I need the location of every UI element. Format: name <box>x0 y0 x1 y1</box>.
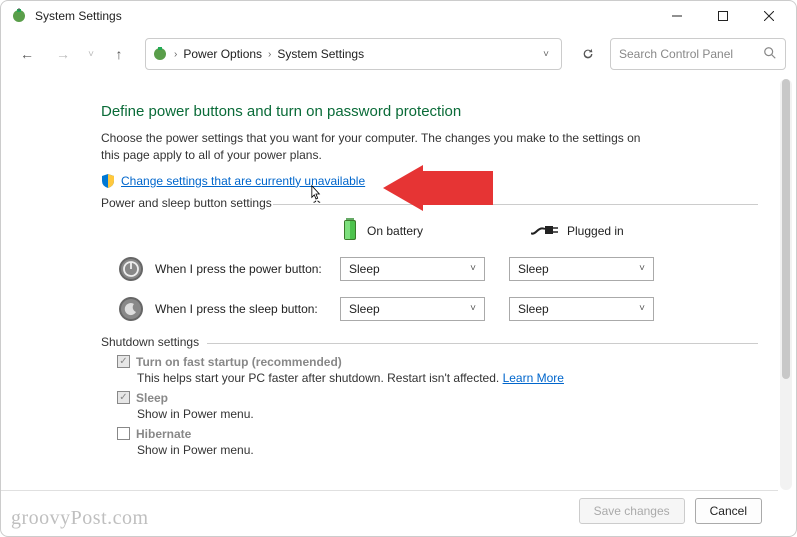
hibernate-checkbox <box>117 427 130 440</box>
hibernate-label: Hibernate <box>136 427 191 441</box>
fast-startup-desc: This helps start your PC faster after sh… <box>137 371 758 385</box>
on-battery-header: On battery <box>341 218 471 245</box>
sleep-button-battery-select[interactable]: Sleep˅ <box>340 297 485 321</box>
sleep-button-icon <box>117 295 145 323</box>
nav-recent-dropdown[interactable]: ˅ <box>83 38 99 70</box>
fast-startup-checkbox: ✓ <box>117 355 130 368</box>
minimize-button[interactable] <box>654 1 700 31</box>
search-placeholder: Search Control Panel <box>619 47 763 61</box>
plugged-in-label: Plugged in <box>567 224 624 238</box>
page-description: Choose the power settings that you want … <box>101 130 661 164</box>
search-icon <box>763 46 777 63</box>
breadcrumb[interactable]: › Power Options › System Settings ˅ <box>145 38 562 70</box>
chevron-down-icon: ˅ <box>470 303 476 314</box>
scrollbar[interactable] <box>780 79 792 490</box>
app-icon <box>11 8 27 24</box>
plugged-in-header: Plugged in <box>531 218 661 245</box>
scrollbar-thumb[interactable] <box>782 79 790 379</box>
plug-icon <box>531 223 559 240</box>
sleep-button-plugged-select[interactable]: Sleep˅ <box>509 297 654 321</box>
shutdown-section-label: Shutdown settings <box>101 335 758 349</box>
hibernate-desc: Show in Power menu. <box>137 443 758 457</box>
breadcrumb-item[interactable]: Power Options <box>179 47 266 61</box>
nav-forward-button[interactable]: → <box>47 38 79 70</box>
power-button-icon <box>117 255 145 283</box>
sleep-button-label: When I press the sleep button: <box>155 302 330 316</box>
sleep-checkbox: ✓ <box>117 391 130 404</box>
chevron-right-icon: › <box>172 49 179 60</box>
power-button-label: When I press the power button: <box>155 262 330 276</box>
shield-icon <box>101 174 115 188</box>
chevron-down-icon: ˅ <box>470 263 476 274</box>
learn-more-link[interactable]: Learn More <box>503 371 564 385</box>
fast-startup-label: Turn on fast startup (recommended) <box>136 355 342 369</box>
nav-up-button[interactable]: ↑ <box>103 38 135 70</box>
close-button[interactable] <box>746 1 792 31</box>
chevron-down-icon: ˅ <box>639 303 645 314</box>
breadcrumb-icon <box>152 46 168 62</box>
maximize-button[interactable] <box>700 1 746 31</box>
battery-icon <box>341 218 359 245</box>
search-input[interactable]: Search Control Panel <box>610 38 786 70</box>
chevron-right-icon: › <box>266 49 273 60</box>
breadcrumb-item[interactable]: System Settings <box>273 47 368 61</box>
sleep-label: Sleep <box>136 391 168 405</box>
page-title: Define power buttons and turn on passwor… <box>101 103 758 120</box>
nav-back-button[interactable]: ← <box>11 38 43 70</box>
cancel-button[interactable]: Cancel <box>695 498 762 524</box>
power-button-plugged-select[interactable]: Sleep˅ <box>509 257 654 281</box>
watermark: groovyPost.com <box>11 507 149 530</box>
refresh-button[interactable] <box>570 38 606 70</box>
sleep-desc: Show in Power menu. <box>137 407 758 421</box>
power-button-battery-select[interactable]: Sleep˅ <box>340 257 485 281</box>
annotation-arrow <box>383 165 493 214</box>
window-title: System Settings <box>35 9 654 23</box>
save-button: Save changes <box>579 498 685 524</box>
chevron-down-icon: ˅ <box>639 263 645 274</box>
change-settings-link[interactable]: Change settings that are currently unava… <box>121 174 365 188</box>
on-battery-label: On battery <box>367 224 423 238</box>
chevron-down-icon[interactable]: ˅ <box>537 49 555 60</box>
